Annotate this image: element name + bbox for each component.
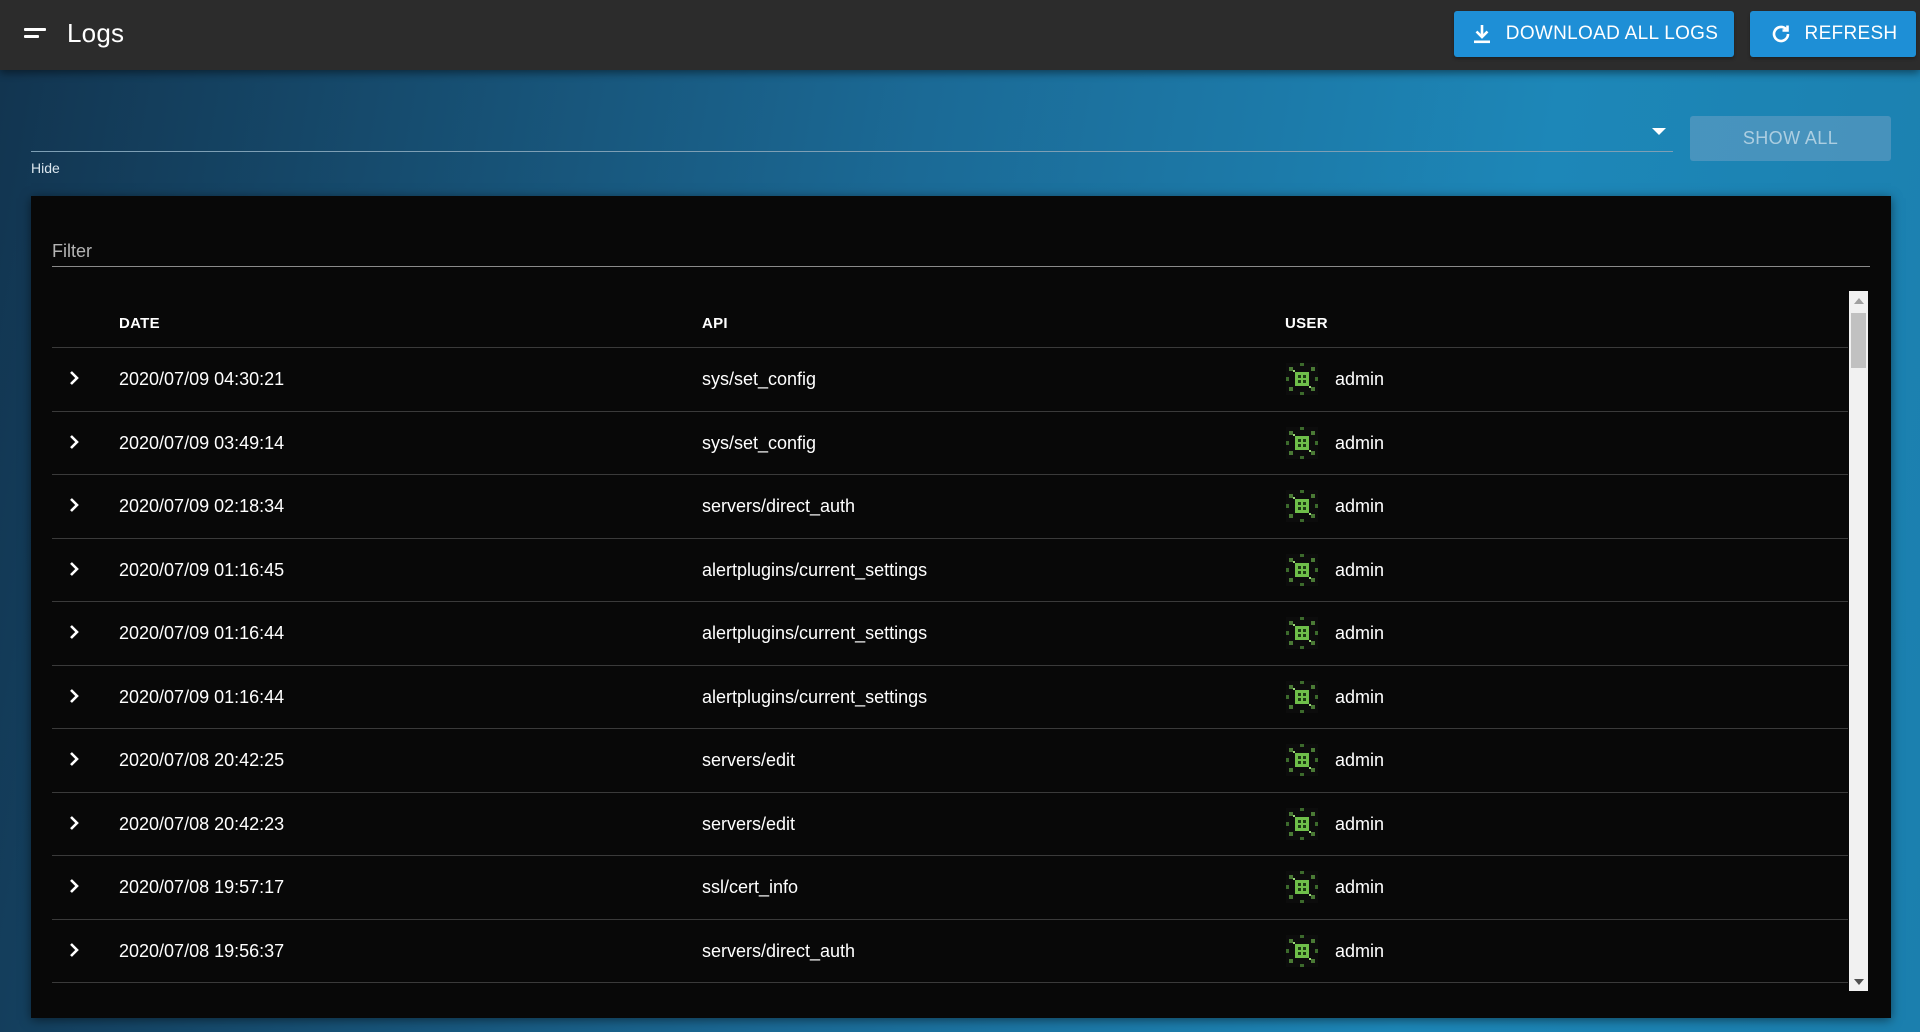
- column-header-date[interactable]: DATE: [119, 315, 160, 332]
- chevron-right-icon[interactable]: [62, 811, 86, 835]
- row-date: 2020/07/08 20:42:25: [119, 750, 285, 770]
- chevron-right-icon[interactable]: [62, 557, 86, 581]
- menu-icon[interactable]: [24, 26, 46, 42]
- row-user: admin: [1335, 369, 1385, 389]
- row-date: 2020/07/09 01:16:44: [119, 686, 285, 707]
- row-api: alertplugins/current_settings: [702, 559, 928, 580]
- refresh-icon: [1772, 25, 1789, 43]
- hide-select[interactable]: [31, 100, 1673, 152]
- chevron-right-icon[interactable]: [62, 620, 86, 644]
- chevron-right-icon[interactable]: [62, 430, 86, 454]
- user-avatar-icon: [1286, 426, 1318, 459]
- column-header-user[interactable]: USER: [1285, 315, 1328, 332]
- row-user: admin: [1335, 877, 1385, 897]
- row-api: alertplugins/current_settings: [702, 686, 928, 707]
- row-api: servers/direct_auth: [702, 940, 856, 961]
- chevron-right-icon[interactable]: [62, 684, 86, 708]
- user-avatar-icon: [1286, 871, 1318, 903]
- row-user: admin: [1335, 940, 1385, 961]
- row-api: sys/set_config: [702, 369, 817, 389]
- filter-input[interactable]: [52, 236, 1870, 266]
- chevron-right-icon[interactable]: [62, 493, 86, 517]
- scroll-up-icon[interactable]: [1854, 298, 1864, 304]
- row-user: admin: [1335, 559, 1385, 580]
- chevron-right-icon[interactable]: [62, 747, 86, 771]
- row-date: 2020/07/09 01:16:44: [119, 623, 285, 643]
- row-user: admin: [1335, 432, 1385, 453]
- row-api: ssl/cert_info: [702, 877, 799, 897]
- table-row[interactable]: 2020/07/09 01:16:45 alertplugins/current_…: [52, 539, 1848, 602]
- hide-select-underline: [31, 151, 1673, 152]
- table-body: 2020/07/09 04:30:21 sys/set_config admin 20…: [52, 348, 1848, 983]
- show-all-button[interactable]: SHOW ALL: [1690, 116, 1891, 161]
- row-user: admin: [1335, 813, 1385, 834]
- user-avatar-icon: [1286, 744, 1318, 776]
- scrollbar-thumb[interactable]: [1851, 313, 1866, 368]
- chevron-right-icon[interactable]: [62, 938, 86, 962]
- table-scrollbar[interactable]: [1849, 291, 1868, 991]
- row-user: admin: [1335, 750, 1385, 770]
- user-avatar-icon: [1286, 490, 1318, 522]
- row-date: 2020/07/09 01:16:45: [119, 559, 285, 580]
- row-user: admin: [1335, 686, 1385, 707]
- refresh-button[interactable]: REFRESH: [1750, 11, 1916, 57]
- download-all-logs-label: DOWNLOAD ALL LOGS: [1505, 23, 1719, 44]
- row-date: 2020/07/08 20:42:23: [119, 813, 285, 834]
- user-avatar-icon: [1286, 934, 1318, 967]
- chevron-right-icon[interactable]: [62, 874, 86, 898]
- hide-select-label: Hide: [31, 160, 60, 176]
- table-row[interactable]: 2020/07/09 01:16:44 alertplugins/current_…: [52, 666, 1848, 729]
- refresh-label: REFRESH: [1804, 23, 1898, 44]
- dropdown-arrow-icon[interactable]: [1652, 128, 1666, 135]
- row-user: admin: [1335, 623, 1385, 643]
- column-header-api[interactable]: API: [702, 315, 728, 332]
- row-api: alertplugins/current_settings: [702, 623, 928, 643]
- row-date: 2020/07/08 19:57:17: [119, 877, 285, 897]
- row-date: 2020/07/09 02:18:34: [119, 496, 285, 516]
- row-date: 2020/07/08 19:56:37: [119, 940, 285, 961]
- row-user: admin: [1335, 496, 1385, 516]
- table-row[interactable]: 2020/07/09 02:18:34 servers/direct_auth ad…: [52, 475, 1848, 539]
- row-api: servers/edit: [702, 750, 796, 770]
- table-row[interactable]: 2020/07/09 01:16:44 alertplugins/current_…: [52, 602, 1848, 666]
- chevron-right-icon[interactable]: [62, 366, 86, 390]
- logs-card: DATE API USER 2020/07/09 04:30:21 sys/set…: [31, 196, 1891, 1018]
- scroll-down-icon[interactable]: [1854, 979, 1864, 985]
- filter-underline: [52, 266, 1870, 267]
- user-avatar-icon: [1286, 807, 1318, 840]
- row-date: 2020/07/09 04:30:21: [119, 369, 285, 389]
- user-avatar-icon: [1286, 680, 1318, 713]
- table-row[interactable]: 2020/07/09 03:49:14 sys/set_config admin: [52, 412, 1848, 475]
- table-row[interactable]: 2020/07/08 20:42:25 servers/edit admin: [52, 729, 1848, 793]
- user-avatar-icon: [1286, 553, 1318, 586]
- table-header: DATE API USER: [52, 291, 1848, 348]
- download-icon: [1473, 25, 1490, 44]
- user-avatar-icon: [1286, 363, 1318, 395]
- table-row[interactable]: 2020/07/09 04:30:21 sys/set_config admin: [52, 348, 1848, 412]
- logs-table: DATE API USER 2020/07/09 04:30:21 sys/set…: [52, 291, 1868, 991]
- row-date: 2020/07/09 03:49:14: [119, 432, 285, 453]
- row-api: sys/set_config: [702, 432, 817, 453]
- user-avatar-icon: [1286, 617, 1318, 649]
- row-api: servers/direct_auth: [702, 496, 856, 516]
- row-api: servers/edit: [702, 813, 796, 834]
- table-row[interactable]: 2020/07/08 19:57:17 ssl/cert_info admin: [52, 856, 1848, 920]
- page-title: Logs: [67, 18, 125, 48]
- table-row[interactable]: 2020/07/08 19:56:37 servers/direct_auth ad…: [52, 920, 1848, 983]
- table-row[interactable]: 2020/07/08 20:42:23 servers/edit admin: [52, 793, 1848, 856]
- download-all-logs-button[interactable]: DOWNLOAD ALL LOGS: [1454, 11, 1734, 57]
- app-header: Logs DOWNLOAD ALL LOGS REFRESH: [0, 0, 1920, 70]
